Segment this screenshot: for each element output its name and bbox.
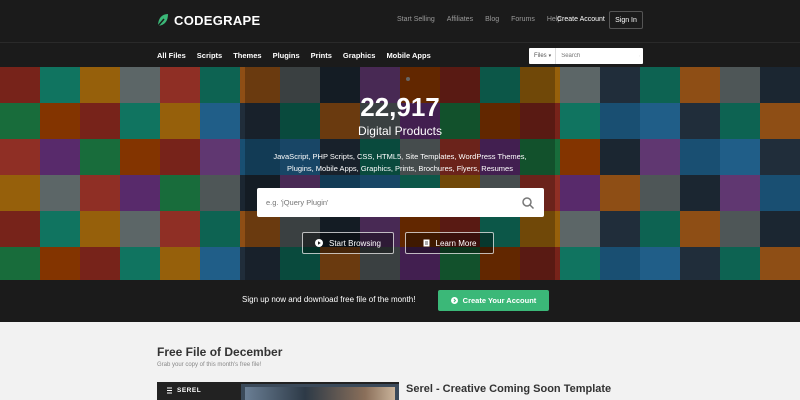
free-file-subtitle: Grab your copy of this month's free file… — [157, 362, 262, 368]
create-your-account-label: Create Your Account — [462, 296, 537, 305]
search-scope-label: Files — [534, 53, 547, 59]
item-meta-dot — [406, 77, 410, 81]
create-account-link[interactable]: Create Account — [557, 16, 605, 23]
start-browsing-label: Start Browsing — [328, 238, 382, 248]
serel-logo-text: SEREL — [177, 387, 202, 394]
nav-all-files[interactable]: All Files — [157, 51, 186, 60]
chevron-down-icon: ▾ — [548, 53, 552, 59]
blog-link[interactable]: Blog — [485, 16, 499, 23]
arrow-circle-right-icon — [450, 297, 458, 304]
create-your-account-button[interactable]: Create Your Account — [438, 290, 549, 311]
search-icon[interactable] — [639, 50, 640, 62]
category-nav: All Files Scripts Themes Plugins Prints … — [157, 51, 442, 60]
free-file-section: Free File of December Grab your copy of … — [0, 322, 800, 400]
category-bar: All Files Scripts Themes Plugins Prints … — [0, 42, 800, 67]
template-preview-image — [241, 384, 399, 400]
header-search: Files ▾ — [529, 48, 643, 64]
hero-search — [257, 188, 544, 217]
template-preview-inner — [245, 387, 395, 400]
play-circle-icon — [314, 239, 323, 247]
serel-logo-icon — [167, 387, 172, 394]
signup-text: Sign up now and download free file of th… — [242, 295, 416, 304]
product-count: 22,917 — [360, 92, 440, 122]
nav-prints[interactable]: Prints — [311, 51, 332, 60]
serel-logo: SEREL — [166, 387, 201, 394]
grape-leaf-icon — [157, 14, 168, 27]
free-file-item-title[interactable]: Serel - Creative Coming Soon Template — [406, 383, 611, 395]
top-bar: CODEGRAPE Start Selling Affiliates Blog … — [0, 0, 800, 42]
logo[interactable]: CODEGRAPE — [156, 12, 261, 28]
header-search-input[interactable] — [556, 53, 640, 59]
nav-plugins[interactable]: Plugins — [273, 51, 300, 60]
start-browsing-button[interactable]: Start Browsing — [302, 232, 394, 254]
learn-more-label: Learn More — [435, 238, 477, 248]
search-scope-dropdown[interactable]: Files ▾ — [529, 48, 557, 64]
product-count-label: Digital Products — [357, 124, 443, 138]
hero-search-input[interactable] — [257, 198, 521, 207]
free-file-title: Free File of December — [157, 345, 283, 359]
nav-scripts[interactable]: Scripts — [197, 51, 222, 60]
signup-banner: Sign up now and download free file of th… — [0, 280, 800, 322]
nav-themes[interactable]: Themes — [233, 51, 261, 60]
forums-link[interactable]: Forums — [511, 16, 535, 23]
affiliates-link[interactable]: Affiliates — [447, 16, 473, 23]
search-icon[interactable] — [521, 196, 535, 210]
nav-graphics[interactable]: Graphics — [343, 51, 376, 60]
sign-in-button[interactable]: Sign In — [609, 11, 643, 29]
top-links: Start Selling Affiliates Blog Forums Hel… — [397, 16, 573, 23]
document-icon — [423, 239, 430, 247]
start-selling-link[interactable]: Start Selling — [397, 16, 435, 23]
learn-more-button[interactable]: Learn More — [405, 232, 494, 254]
logo-text: CODEGRAPE — [174, 12, 261, 28]
nav-mobile-apps[interactable]: Mobile Apps — [386, 51, 430, 60]
product-tags: JavaScript, PHP Scripts, CSS, HTML5, Sit… — [273, 152, 527, 173]
free-file-thumbnail[interactable]: SEREL — [157, 382, 399, 400]
